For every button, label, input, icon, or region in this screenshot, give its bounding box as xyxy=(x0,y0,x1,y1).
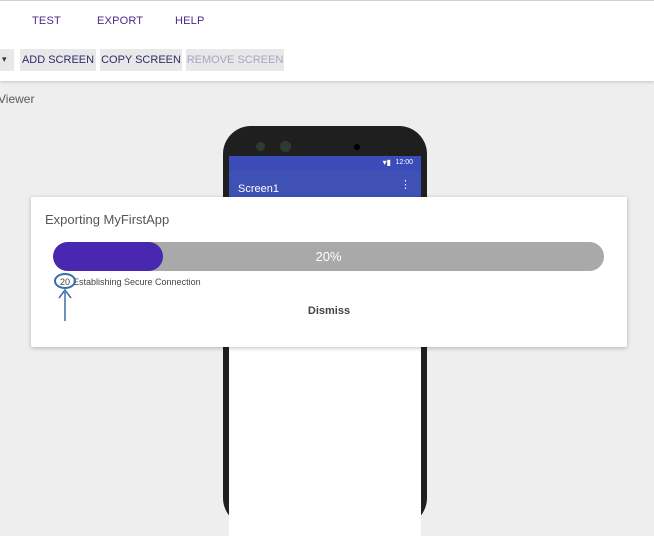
step-description: Establishing Secure Connection xyxy=(73,277,201,287)
camera-icon xyxy=(280,141,291,152)
screen-title: Screen1 xyxy=(238,183,279,195)
menu-export[interactable]: EXPORT xyxy=(97,15,143,27)
dialog-title: Exporting MyFirstApp xyxy=(45,212,170,227)
phone-app-bar: Screen1 ⋮ xyxy=(229,171,421,197)
camera-icon xyxy=(256,142,265,151)
top-bar: TEST EXPORT HELP ▾ ADD SCREEN COPY SCREE… xyxy=(0,0,654,81)
remove-screen-button: REMOVE SCREEN xyxy=(186,49,284,71)
dismiss-button[interactable]: Dismiss xyxy=(299,301,359,321)
status-time: 12:00 xyxy=(395,159,413,166)
sensor-icon xyxy=(354,144,360,150)
status-icons: ▾▮ xyxy=(382,158,391,167)
add-screen-button[interactable]: ADD SCREEN xyxy=(20,49,96,71)
copy-screen-button[interactable]: COPY SCREEN xyxy=(100,49,182,71)
viewer-label: Viewer xyxy=(0,92,35,106)
progress-bar: 20% xyxy=(53,242,604,271)
menu-test[interactable]: TEST xyxy=(32,15,61,27)
phone-status-bar: ▾▮ 12:00 xyxy=(229,156,421,171)
menu-help[interactable]: HELP xyxy=(175,15,205,27)
progress-percent-label: 20% xyxy=(315,249,342,264)
chevron-down-icon: ▾ xyxy=(2,54,7,64)
more-vert-icon[interactable]: ⋮ xyxy=(400,180,411,191)
screen-dropdown-button[interactable]: ▾ xyxy=(0,49,14,71)
export-progress-dialog: Exporting MyFirstApp 20% 20 Establishing… xyxy=(31,197,627,347)
step-code: 20 xyxy=(60,277,71,287)
